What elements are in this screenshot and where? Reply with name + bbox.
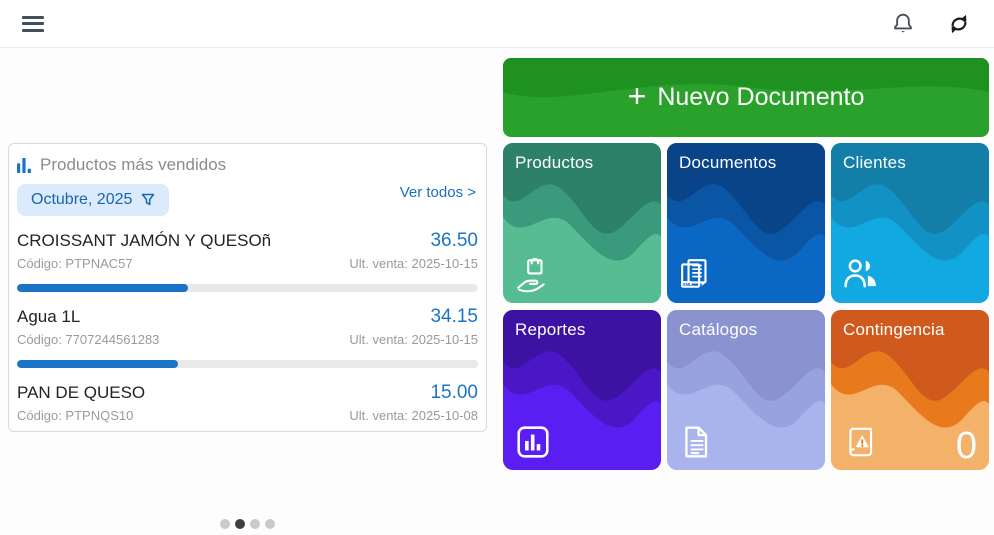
topbar-actions — [886, 7, 976, 41]
product-last-sale: Ult. venta: 2025-10-15 — [349, 331, 478, 348]
product-name: PAN DE QUESO — [17, 381, 145, 404]
product-code: Código: 7707244561283 — [17, 331, 159, 348]
product-progress-fill — [17, 284, 188, 292]
page-dot[interactable] — [220, 519, 230, 529]
home-actions-panel: + Nuevo Documento Productos — [503, 58, 989, 470]
product-code: Código: PTPNAC57 — [17, 255, 133, 272]
menu-button[interactable] — [18, 8, 48, 39]
sync-icon — [946, 11, 972, 37]
view-all-link[interactable]: Ver todos > — [400, 184, 476, 201]
tile-reportes[interactable]: Reportes — [503, 310, 661, 470]
page-dot[interactable] — [265, 519, 275, 529]
page-dot[interactable] — [250, 519, 260, 529]
product-progress-track — [17, 284, 478, 292]
funnel-icon — [141, 193, 155, 207]
tile-label: Catálogos — [679, 320, 757, 340]
tile-label: Reportes — [515, 320, 586, 340]
product-value: 36.50 — [430, 229, 478, 252]
tiles-grid: Productos Documentos XML — [503, 143, 989, 470]
bell-icon — [890, 11, 916, 37]
tile-label: Contingencia — [843, 320, 945, 340]
product-name: CROISSANT JAMÓN Y QUESOñ — [17, 229, 271, 252]
product-last-sale: Ult. venta: 2025-10-08 — [349, 407, 478, 424]
product-row[interactable]: PAN DE QUESO 15.00 Código: PTPNQS10 Ult.… — [17, 381, 478, 424]
svg-text:XML: XML — [682, 282, 692, 287]
tile-contingencia[interactable]: Contingencia 0 — [831, 310, 989, 470]
sync-button[interactable] — [942, 7, 976, 41]
users-icon — [843, 257, 879, 293]
product-name: Agua 1L — [17, 305, 80, 328]
tile-productos[interactable]: Productos — [503, 143, 661, 303]
tile-catalogos[interactable]: Catálogos — [667, 310, 825, 470]
new-document-label: Nuevo Documento — [657, 83, 864, 112]
month-filter-label: Octubre, 2025 — [31, 191, 132, 209]
documents-xml-icon: XML — [679, 257, 715, 293]
best-sellers-card: Productos más vendidos Ver todos > Octub… — [8, 143, 487, 432]
best-sellers-header: Productos más vendidos Ver todos > — [17, 155, 478, 175]
contingency-scroll-icon — [843, 424, 879, 460]
product-value: 34.15 — [430, 305, 478, 328]
product-last-sale: Ult. venta: 2025-10-15 — [349, 255, 478, 272]
tile-label: Documentos — [679, 153, 776, 173]
card-title: Productos más vendidos — [40, 155, 226, 175]
bar-chart-square-icon — [515, 424, 551, 460]
contingency-count: 0 — [956, 426, 977, 468]
bar-chart-icon — [17, 158, 32, 173]
hamburger-icon — [22, 12, 44, 35]
plus-icon: + — [628, 80, 647, 112]
hand-bag-icon — [515, 257, 551, 293]
tile-documentos[interactable]: Documentos XML — [667, 143, 825, 303]
document-lines-icon — [679, 424, 715, 460]
topbar — [0, 0, 994, 48]
month-filter-pill[interactable]: Octubre, 2025 — [17, 184, 169, 216]
tile-label: Productos — [515, 153, 593, 173]
product-row[interactable]: Agua 1L 34.15 Código: 7707244561283 Ult.… — [17, 305, 478, 368]
new-document-button[interactable]: + Nuevo Documento — [503, 58, 989, 137]
product-row[interactable]: CROISSANT JAMÓN Y QUESOñ 36.50 Código: P… — [17, 229, 478, 292]
page-dot[interactable] — [235, 519, 245, 529]
product-progress-fill — [17, 360, 178, 368]
pagination-dots — [8, 516, 487, 534]
tile-label: Clientes — [843, 153, 906, 173]
product-code: Código: PTPNQS10 — [17, 407, 133, 424]
product-value: 15.00 — [430, 381, 478, 404]
tile-clientes[interactable]: Clientes — [831, 143, 989, 303]
notifications-button[interactable] — [886, 7, 920, 41]
product-progress-track — [17, 360, 478, 368]
